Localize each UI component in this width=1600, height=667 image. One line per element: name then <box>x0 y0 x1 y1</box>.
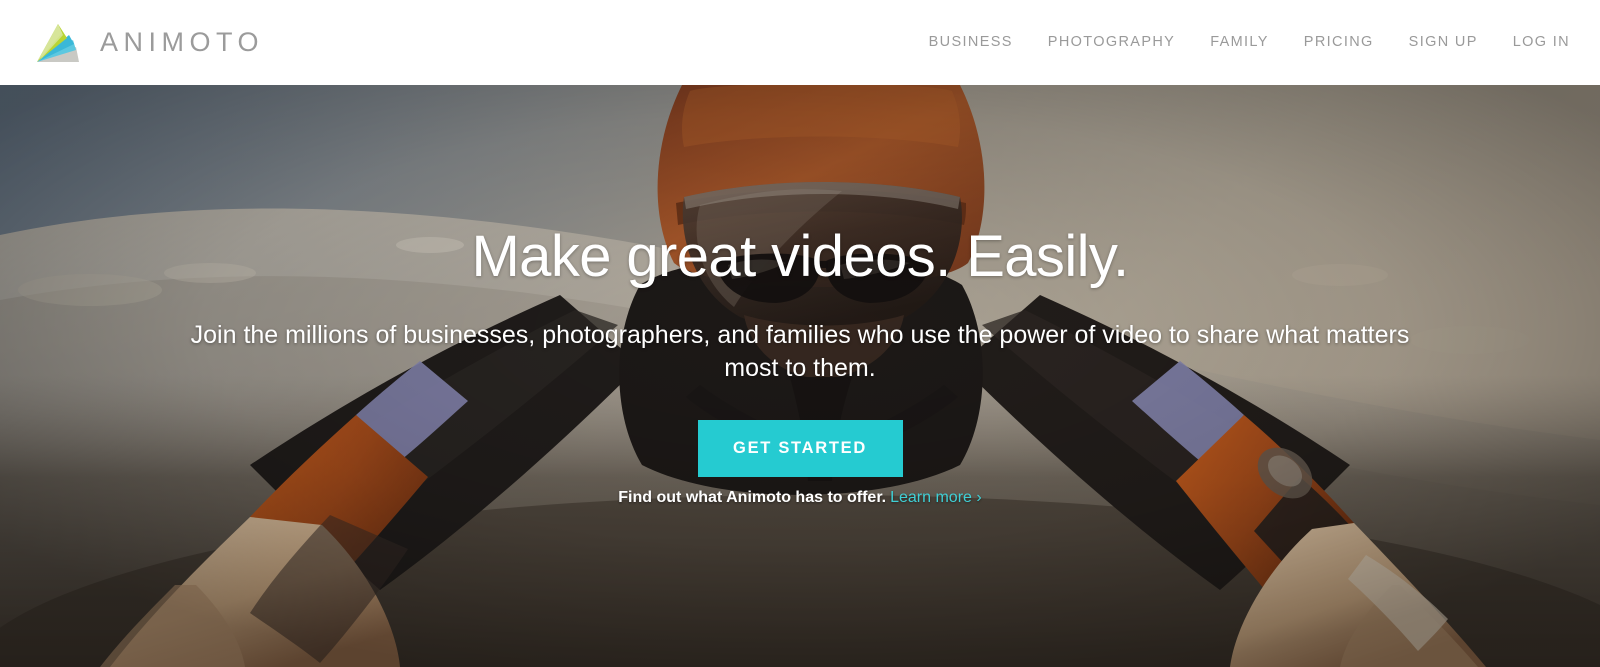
get-started-button[interactable]: GET STARTED <box>697 420 903 477</box>
site-header: ANIMOTO BUSINESS PHOTOGRAPHY FAMILY PRIC… <box>0 0 1600 85</box>
hero-cta-wrap: GET STARTED <box>0 420 1600 477</box>
main-navigation: BUSINESS PHOTOGRAPHY FAMILY PRICING SIGN… <box>929 35 1570 50</box>
hero-content: Make great videos. Easily. Join the mill… <box>0 85 1600 667</box>
page-root: ANIMOTO BUSINESS PHOTOGRAPHY FAMILY PRIC… <box>0 0 1600 667</box>
nav-item-pricing[interactable]: PRICING <box>1304 35 1374 50</box>
hero-offer-line: Find out what Animoto has to offer. Learn… <box>0 490 1600 506</box>
nav-item-family[interactable]: FAMILY <box>1210 35 1269 50</box>
brand-wordmark: ANIMOTO <box>100 27 265 57</box>
animoto-triangle-logo-icon <box>37 23 79 62</box>
brand-home-link[interactable]: ANIMOTO <box>32 19 264 67</box>
nav-item-business[interactable]: BUSINESS <box>929 35 1013 50</box>
nav-item-photography[interactable]: PHOTOGRAPHY <box>1048 35 1175 50</box>
offer-text: Find out what Animoto has to offer. <box>618 489 887 506</box>
hero-subheadline: Join the millions of businesses, photogr… <box>190 321 1410 382</box>
learn-more-link[interactable]: Learn more › <box>890 489 982 506</box>
hero-section: Make great videos. Easily. Join the mill… <box>0 85 1600 667</box>
nav-item-log-in[interactable]: LOG IN <box>1513 35 1570 50</box>
hero-headline: Make great videos. Easily. <box>471 224 1129 289</box>
nav-item-sign-up[interactable]: SIGN UP <box>1409 35 1478 50</box>
